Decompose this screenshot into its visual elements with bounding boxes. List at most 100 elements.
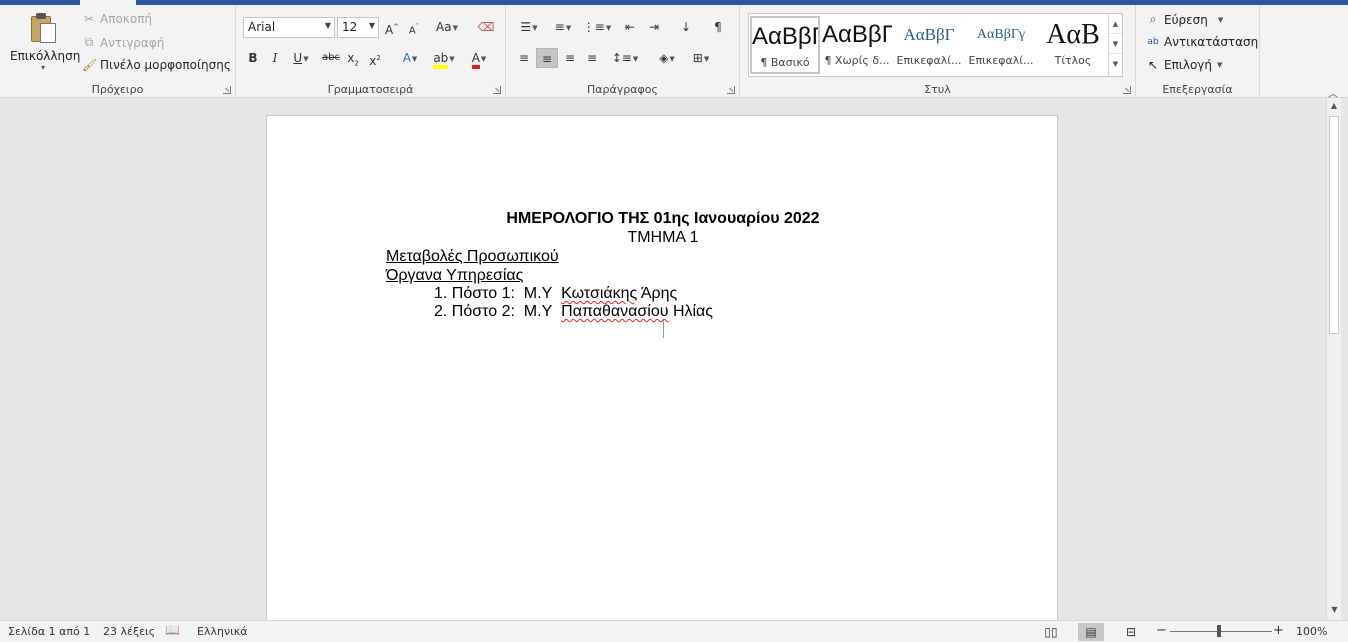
- paste-button[interactable]: Επικόλληση ▾: [10, 13, 80, 72]
- paste-dropdown-icon[interactable]: ▾: [10, 63, 76, 72]
- style-no-spacing[interactable]: ΑαΒβΓ ¶ Χωρίς δ...: [822, 16, 892, 74]
- heading-staff-changes: Μεταβολές Προσωπικού: [386, 248, 559, 265]
- select-label: Επιλογή: [1164, 58, 1213, 72]
- bold-button[interactable]: B: [244, 48, 262, 68]
- language-indicator[interactable]: Ελληνικά: [197, 625, 248, 638]
- style-name: Επικεφαλί...: [896, 54, 962, 67]
- cut-label: Αποκοπή: [100, 12, 153, 26]
- styles-launcher-icon[interactable]: [1123, 86, 1131, 94]
- read-mode-icon[interactable]: ▯▯: [1038, 623, 1064, 641]
- list-item: 2. Πόστο 2: Μ.Υ Παπαθανασίου Ηλίας: [434, 303, 713, 321]
- document-page[interactable]: ΗΜΕΡΟΛΟΓΙΟ ΤΗΣ 01ης Ιανουαρίου 2022 ΤΜΗΜ…: [266, 115, 1058, 620]
- justify-button[interactable]: ≡: [582, 48, 602, 68]
- format-painter-button[interactable]: 🖌 Πινέλο μορφοποίησης: [82, 58, 231, 72]
- page-count[interactable]: Σελίδα 1 από 1: [8, 625, 90, 638]
- paragraph-launcher-icon[interactable]: [727, 86, 735, 94]
- style-sample: ΑαΒβΓ: [903, 25, 955, 44]
- zoom-in-icon[interactable]: +: [1273, 623, 1284, 638]
- gallery-scroll: ▲ ▼ ▼: [1108, 14, 1122, 76]
- clipboard-launcher-icon[interactable]: [223, 86, 231, 94]
- find-button[interactable]: ⌕ Εύρεση ▼: [1146, 12, 1224, 27]
- grow-font-button[interactable]: A^: [383, 17, 401, 37]
- strikethrough-button[interactable]: abc: [320, 48, 342, 68]
- copy-icon: ⧉: [84, 35, 94, 49]
- chevron-down-icon[interactable]: ▼: [1109, 34, 1122, 54]
- document-area: ΗΜΕΡΟΛΟΓΙΟ ΤΗΣ 01ης Ιανουαρίου 2022 ΤΜΗΜ…: [0, 98, 1326, 620]
- style-title[interactable]: ΑαΒ Τίτλος: [1038, 16, 1108, 74]
- style-normal[interactable]: ΑαΒβΓ ¶ Βασικό: [750, 16, 820, 74]
- vertical-scrollbar[interactable]: ▲ ▼: [1326, 98, 1341, 620]
- styles-group-label: Στυλ: [924, 83, 951, 96]
- numbering-button[interactable]: ≡▼: [548, 17, 578, 37]
- sort-button[interactable]: ↓: [676, 17, 696, 37]
- show-marks-button[interactable]: ¶: [708, 17, 728, 37]
- chevron-up-icon[interactable]: ▲: [1109, 14, 1122, 34]
- select-button[interactable]: ↖ Επιλογή ▼: [1146, 58, 1222, 72]
- text-effects-button[interactable]: A▼: [396, 48, 424, 68]
- borders-button[interactable]: ⊞▼: [686, 48, 716, 68]
- font-family-select[interactable]: Arial ▼: [243, 17, 335, 38]
- multilevel-list-button[interactable]: ⋮≡▼: [582, 17, 612, 37]
- style-sample: ΑαΒβΓ: [822, 21, 892, 48]
- web-layout-icon[interactable]: ⊟: [1118, 623, 1144, 641]
- change-case-button[interactable]: Aa▼: [432, 17, 462, 37]
- style-heading-1[interactable]: ΑαΒβΓ Επικεφαλί...: [894, 16, 964, 74]
- clear-formatting-icon[interactable]: ⌫: [476, 17, 496, 37]
- zoom-slider-track[interactable]: [1170, 631, 1272, 632]
- increase-indent-button[interactable]: ⇥: [644, 17, 664, 37]
- style-name: Τίτλος: [1054, 54, 1092, 67]
- scroll-thumb[interactable]: [1329, 116, 1339, 334]
- shading-button[interactable]: ◈▼: [652, 48, 682, 68]
- align-right-button[interactable]: ≡: [560, 48, 580, 68]
- proofing-icon[interactable]: 📖: [165, 623, 180, 637]
- print-layout-icon[interactable]: ▤: [1078, 623, 1104, 641]
- align-center-button[interactable]: ≡: [536, 48, 558, 68]
- line-spacing-button[interactable]: ↕≡▼: [610, 48, 640, 68]
- ribbon: Επικόλληση ▾ ✂ Αποκοπή ⧉ Αντιγραφή 🖌 Πιν…: [0, 5, 1348, 100]
- replace-icon: ab: [1147, 37, 1159, 47]
- search-icon: ⌕: [1149, 12, 1157, 26]
- style-name: ¶ Βασικό: [760, 56, 810, 69]
- more-styles-icon[interactable]: ▼: [1109, 54, 1122, 74]
- heading-service-organs: Όργανα Υπηρεσίας: [386, 267, 524, 284]
- zoom-out-icon[interactable]: −: [1156, 623, 1167, 638]
- highlight-color-button[interactable]: ab▼: [429, 48, 459, 69]
- find-label: Εύρεση: [1164, 12, 1208, 27]
- list-surname: Παπαθανασίου: [561, 303, 669, 320]
- align-left-button[interactable]: ≡: [514, 48, 534, 68]
- font-group-label: Γραμματοσειρά: [327, 83, 414, 96]
- italic-button[interactable]: I: [266, 48, 284, 68]
- cursor-icon: ↖: [1147, 58, 1159, 72]
- zoom-slider-thumb[interactable]: [1217, 625, 1221, 637]
- document-subtitle: ΤΜΗΜΑ 1: [627, 229, 699, 246]
- subscript-button[interactable]: x2: [344, 48, 362, 68]
- list-surname: Κωτσιάκης: [561, 285, 638, 302]
- decrease-indent-button[interactable]: ⇤: [620, 17, 640, 37]
- style-name: ¶ Χωρίς δ...: [824, 54, 890, 67]
- cut-button[interactable]: ✂ Αποκοπή: [82, 12, 152, 26]
- scroll-down-icon[interactable]: ▼: [1327, 602, 1342, 618]
- status-bar: Σελίδα 1 από 1 23 λέξεις 📖 Ελληνικά ▯▯ ▤…: [0, 620, 1348, 642]
- scroll-up-icon[interactable]: ▲: [1327, 98, 1341, 114]
- font-size-select[interactable]: 12 ▼: [337, 17, 379, 38]
- replace-label: Αντικατάσταση: [1164, 35, 1259, 49]
- text-cursor: [663, 320, 664, 338]
- shrink-font-button[interactable]: Aˇ: [405, 17, 423, 37]
- font-color-button[interactable]: A▼: [464, 48, 494, 69]
- bullets-button[interactable]: ☰▼: [514, 17, 544, 37]
- list-item: 1. Πόστο 1: Μ.Υ Κωτσιάκης Άρης: [434, 285, 677, 303]
- replace-button[interactable]: ab Αντικατάσταση: [1146, 35, 1258, 49]
- zoom-level[interactable]: 100%: [1296, 625, 1327, 638]
- document-title: ΗΜΕΡΟΛΟΓΙΟ ΤΗΣ 01ης Ιανουαρίου 2022: [506, 210, 820, 227]
- underline-button[interactable]: U▼: [288, 48, 314, 68]
- styles-gallery: ΑαΒβΓ ¶ Βασικό ΑαΒβΓ ¶ Χωρίς δ... ΑαΒβΓ …: [748, 13, 1123, 77]
- copy-label: Αντιγραφή: [100, 35, 165, 50]
- style-heading-2[interactable]: ΑαΒβΓγ Επικεφαλί...: [966, 16, 1036, 74]
- font-launcher-icon[interactable]: [493, 86, 501, 94]
- chevron-down-icon: ▼: [1217, 15, 1224, 24]
- copy-button[interactable]: ⧉ Αντιγραφή: [82, 35, 165, 50]
- word-count[interactable]: 23 λέξεις: [103, 625, 155, 638]
- style-sample: ΑαΒ: [1046, 19, 1100, 50]
- list-rank: Μ.Υ: [523, 303, 553, 320]
- superscript-button[interactable]: x2: [366, 48, 384, 68]
